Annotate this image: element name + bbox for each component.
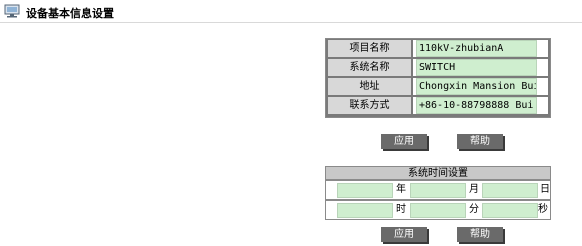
- time-row-clock: 时 分 秒: [326, 201, 550, 219]
- minute-unit: 分: [469, 204, 479, 215]
- system-time-table: 系统时间设置 年 月 日 时 分 秒: [325, 166, 551, 220]
- header-divider: [0, 22, 582, 23]
- info-apply-button[interactable]: 应用: [381, 134, 427, 149]
- day-input[interactable]: [482, 183, 538, 198]
- system-time-title: 系统时间设置: [325, 166, 551, 180]
- contact-input[interactable]: +86-10-88798888 Bui: [416, 97, 537, 114]
- day-unit: 日: [540, 184, 550, 195]
- year-unit: 年: [396, 184, 406, 195]
- system-name-label: 系统名称: [328, 59, 411, 76]
- device-info-table: 项目名称 110kV-zhubianA 系统名称 SWITCH 地址 Chong…: [325, 38, 551, 118]
- contact-label: 联系方式: [328, 97, 411, 114]
- project-name-input[interactable]: 110kV-zhubianA: [416, 40, 537, 57]
- month-input[interactable]: [410, 183, 466, 198]
- time-apply-button[interactable]: 应用: [381, 227, 427, 242]
- month-unit: 月: [469, 184, 479, 195]
- address-label: 地址: [328, 78, 411, 95]
- hour-unit: 时: [396, 204, 406, 215]
- time-row-date: 年 月 日: [326, 181, 550, 199]
- page-header: 设备基本信息设置: [0, 0, 582, 24]
- info-row-contact: 联系方式 +86-10-88798888 Bui: [326, 96, 550, 115]
- second-unit: 秒: [538, 204, 548, 215]
- hour-input[interactable]: [337, 203, 393, 218]
- second-input[interactable]: [482, 203, 538, 218]
- address-input[interactable]: Chongxin Mansion Buil: [416, 78, 537, 95]
- info-row-project: 项目名称 110kV-zhubianA: [326, 39, 550, 58]
- time-help-button[interactable]: 帮助: [457, 227, 503, 242]
- page-title: 设备基本信息设置: [26, 7, 114, 20]
- system-name-input[interactable]: SWITCH: [416, 59, 537, 76]
- monitor-icon: [4, 4, 20, 18]
- year-input[interactable]: [337, 183, 393, 198]
- info-help-button[interactable]: 帮助: [457, 134, 503, 149]
- minute-input[interactable]: [410, 203, 466, 218]
- project-name-label: 项目名称: [328, 40, 411, 57]
- info-row-system: 系统名称 SWITCH: [326, 58, 550, 77]
- info-row-address: 地址 Chongxin Mansion Buil: [326, 77, 550, 96]
